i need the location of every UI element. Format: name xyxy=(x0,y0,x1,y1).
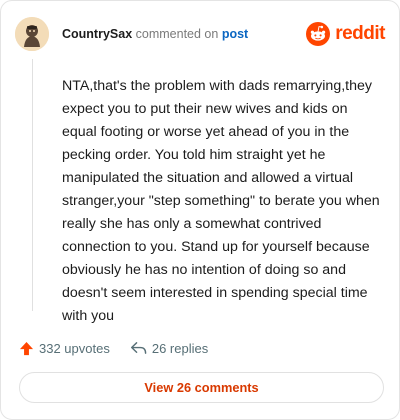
reddit-wordmark: reddit xyxy=(335,23,385,44)
reply-arrow-icon xyxy=(130,342,147,354)
comment-header: CountrySax commented on post reddit xyxy=(15,17,385,51)
reply-count: 26 replies xyxy=(151,340,209,356)
post-link[interactable]: post xyxy=(222,27,248,41)
comment-card: CountrySax commented on post reddit NTA,… xyxy=(0,0,400,420)
upvote-count: 332 upvotes xyxy=(39,340,110,356)
reddit-brand[interactable]: reddit xyxy=(306,22,385,46)
comment-body: NTA,that's the problem with dads remarry… xyxy=(62,78,380,324)
comment-actions: 332 upvotes 26 replies xyxy=(19,337,208,359)
reply-button[interactable]: 26 replies xyxy=(130,341,208,356)
byline: CountrySax commented on post xyxy=(62,26,248,42)
upvote-arrow-icon xyxy=(19,341,34,355)
avatar-icon xyxy=(15,17,49,51)
upvote-button[interactable]: 332 upvotes xyxy=(19,341,110,356)
username-link[interactable]: CountrySax xyxy=(62,27,132,41)
view-comments-button[interactable]: View 26 comments xyxy=(19,372,384,403)
reddit-logo-icon xyxy=(306,22,331,46)
action-text: commented on xyxy=(135,27,219,41)
avatar[interactable] xyxy=(15,17,49,51)
thread-line xyxy=(32,59,33,311)
